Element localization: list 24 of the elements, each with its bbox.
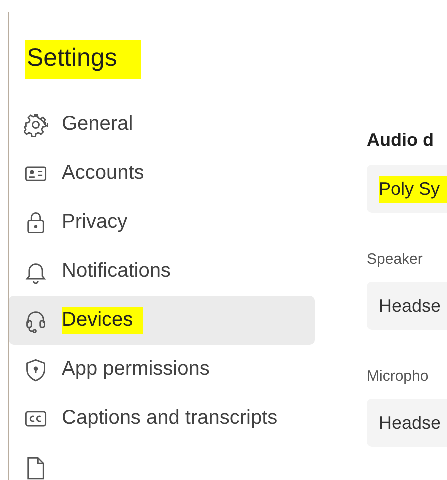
settings-title: Settings	[25, 40, 142, 79]
sidebar-item-label: General	[62, 112, 134, 137]
sidebar-item[interactable]: Captions and transcripts	[9, 394, 315, 443]
sidebar-item[interactable]: Devices	[9, 296, 315, 345]
sidebar-item[interactable]: General	[9, 100, 315, 149]
sidebar-item-label: Notifications	[62, 259, 171, 284]
shield-icon	[24, 358, 48, 382]
device-dropdown[interactable]: Headse	[367, 399, 447, 447]
sidebar-item[interactable]: Accounts	[9, 149, 315, 198]
sidebar-item[interactable]: Privacy	[9, 198, 315, 247]
sidebar-item-label: Accounts	[62, 161, 144, 186]
headset-icon	[24, 308, 48, 332]
sidebar-item-label: Privacy	[62, 210, 128, 235]
section-heading: Audio d	[367, 130, 435, 151]
settings-icon	[24, 112, 48, 136]
field-label: Micropho	[367, 368, 430, 385]
sidebar-item[interactable]: Notifications	[9, 247, 315, 296]
sidebar-item-label: Captions and transcripts	[62, 406, 278, 431]
field-label: Speaker	[367, 251, 424, 268]
device-dropdown[interactable]: Poly Sy	[367, 165, 447, 213]
sidebar-item-label: App permissions	[62, 357, 210, 382]
device-dropdown[interactable]: Headse	[367, 282, 447, 330]
sidebar-item[interactable]: App permissions	[9, 345, 315, 394]
sidebar-item-label: Devices	[62, 307, 144, 334]
